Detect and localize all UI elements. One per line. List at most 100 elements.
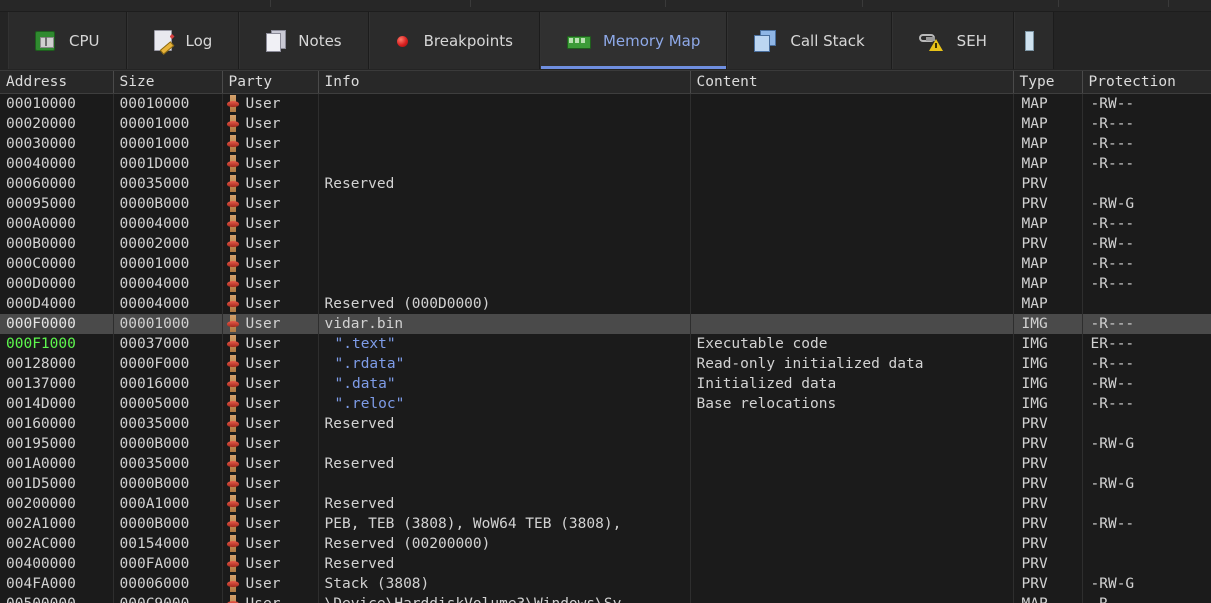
tab-notes[interactable]: Notes [239, 12, 368, 69]
party-label: User [246, 374, 281, 394]
cell-info: Reserved [318, 554, 690, 574]
cell-address: 0014D000 [0, 394, 113, 414]
user-marker-icon [227, 475, 239, 492]
table-row[interactable]: 000C000000001000UserMAP-R--- [0, 254, 1211, 274]
cell-protection: -R--- [1082, 314, 1211, 334]
tab-next-partial[interactable] [1014, 12, 1054, 69]
cell-info [318, 214, 690, 234]
table-row[interactable]: 004FA00000006000UserStack (3808)PRV-RW-G [0, 574, 1211, 594]
cell-type: IMG [1013, 374, 1082, 394]
cell-info [318, 114, 690, 134]
tab-seh[interactable]: SEH [892, 12, 1014, 69]
tab-memory-map[interactable]: Memory Map [540, 12, 727, 69]
cell-info: \Device\HarddiskVolume3\Windows\Sy [318, 594, 690, 603]
table-row[interactable]: 002AC00000154000UserReserved (00200000)P… [0, 534, 1211, 554]
column-header-info[interactable]: Info [318, 71, 690, 93]
column-header-protection[interactable]: Protection [1082, 71, 1211, 93]
party-label: User [246, 134, 281, 154]
table-row[interactable]: 0002000000001000UserMAP-R--- [0, 114, 1211, 134]
table-row[interactable]: 001D50000000B000UserPRV-RW-G [0, 474, 1211, 494]
cell-type: PRV [1013, 194, 1082, 214]
party-label: User [246, 94, 281, 114]
column-header-content[interactable]: Content [690, 71, 1013, 93]
cell-info: Reserved [318, 414, 690, 434]
toolbar-separator [1168, 0, 1169, 7]
table-row[interactable]: 0003000000001000UserMAP-R--- [0, 134, 1211, 154]
cell-protection: -RW-G [1082, 194, 1211, 214]
cell-size: 00001000 [113, 314, 222, 334]
memory-map-table-container[interactable]: Address Size Party Info Content Type Pro… [0, 70, 1211, 603]
party-label: User [246, 174, 281, 194]
column-header-size[interactable]: Size [113, 71, 222, 93]
table-row[interactable]: 000400000001D000UserMAP-R--- [0, 154, 1211, 174]
cell-address: 00020000 [0, 114, 113, 134]
column-header-party[interactable]: Party [222, 71, 318, 93]
tab-label: Memory Map [603, 32, 700, 50]
cell-protection: -R--- [1082, 154, 1211, 174]
table-row[interactable]: 00500000000C9000User\Device\HarddiskVolu… [0, 594, 1211, 603]
cell-content [690, 434, 1013, 454]
tab-breakpoints[interactable]: Breakpoints [369, 12, 540, 69]
table-row[interactable]: 001280000000F000User".rdata"Read-only in… [0, 354, 1211, 374]
cell-protection [1082, 534, 1211, 554]
user-marker-icon [227, 155, 239, 172]
user-marker-icon [227, 275, 239, 292]
cell-protection: -RW-- [1082, 374, 1211, 394]
tab-log[interactable]: Log [127, 12, 240, 69]
cell-party: User [222, 114, 318, 134]
table-row[interactable]: 0006000000035000UserReservedPRV [0, 174, 1211, 194]
table-row[interactable]: 000F100000037000User".text"Executable co… [0, 334, 1211, 354]
cell-info: ".rdata" [318, 354, 690, 374]
cell-size: 00005000 [113, 394, 222, 414]
table-row[interactable]: 00400000000FA000UserReservedPRV [0, 554, 1211, 574]
table-row[interactable]: 00200000000A1000UserReservedPRV [0, 494, 1211, 514]
table-row[interactable]: 0016000000035000UserReservedPRV [0, 414, 1211, 434]
cell-address: 00160000 [0, 414, 113, 434]
cell-type: PRV [1013, 574, 1082, 594]
table-row[interactable]: 0014D00000005000User".reloc"Base relocat… [0, 394, 1211, 414]
cell-party: User [222, 334, 318, 354]
column-header-type[interactable]: Type [1013, 71, 1082, 93]
red-dot-icon [396, 31, 410, 51]
user-marker-icon [227, 295, 239, 312]
table-row[interactable]: 000950000000B000UserPRV-RW-G [0, 194, 1211, 214]
table-row[interactable]: 001A000000035000UserReservedPRV [0, 454, 1211, 474]
table-row[interactable]: 0001000000010000UserMAP-RW-- [0, 93, 1211, 114]
cell-content [690, 454, 1013, 474]
tab-call-stack[interactable]: Call Stack [727, 12, 891, 69]
cell-type: IMG [1013, 394, 1082, 414]
table-row[interactable]: 000D400000004000UserReserved (000D0000)M… [0, 294, 1211, 314]
cell-content [690, 93, 1013, 114]
cell-size: 0000B000 [113, 194, 222, 214]
cell-party: User [222, 354, 318, 374]
cell-type: MAP [1013, 114, 1082, 134]
cell-protection: -R--- [1082, 274, 1211, 294]
cell-info: ".data" [318, 374, 690, 394]
cell-party: User [222, 214, 318, 234]
party-label: User [246, 454, 281, 474]
cell-type: IMG [1013, 314, 1082, 334]
cell-size: 0000F000 [113, 354, 222, 374]
table-row[interactable]: 000F000000001000Uservidar.binIMG-R--- [0, 314, 1211, 334]
cell-content [690, 274, 1013, 294]
tab-cpu[interactable]: CPU [8, 12, 127, 69]
table-row[interactable]: 000A000000004000UserMAP-R--- [0, 214, 1211, 234]
table-row[interactable]: 000B000000002000UserPRV-RW-- [0, 234, 1211, 254]
table-row[interactable]: 0013700000016000User".data"Initialized d… [0, 374, 1211, 394]
cell-protection [1082, 494, 1211, 514]
user-marker-icon [227, 395, 239, 412]
table-row[interactable]: 002A10000000B000UserPEB, TEB (3808), WoW… [0, 514, 1211, 534]
table-row[interactable]: 000D000000004000UserMAP-R--- [0, 274, 1211, 294]
cell-info: Reserved (000D0000) [318, 294, 690, 314]
user-marker-icon [227, 495, 239, 512]
table-row[interactable]: 001950000000B000UserPRV-RW-G [0, 434, 1211, 454]
cell-protection: -R--- [1082, 394, 1211, 414]
cell-type: MAP [1013, 214, 1082, 234]
cell-party: User [222, 534, 318, 554]
user-marker-icon [227, 555, 239, 572]
cell-address: 000B0000 [0, 234, 113, 254]
user-marker-icon [227, 355, 239, 372]
cell-type: MAP [1013, 134, 1082, 154]
column-header-address[interactable]: Address [0, 71, 113, 93]
cell-content [690, 514, 1013, 534]
